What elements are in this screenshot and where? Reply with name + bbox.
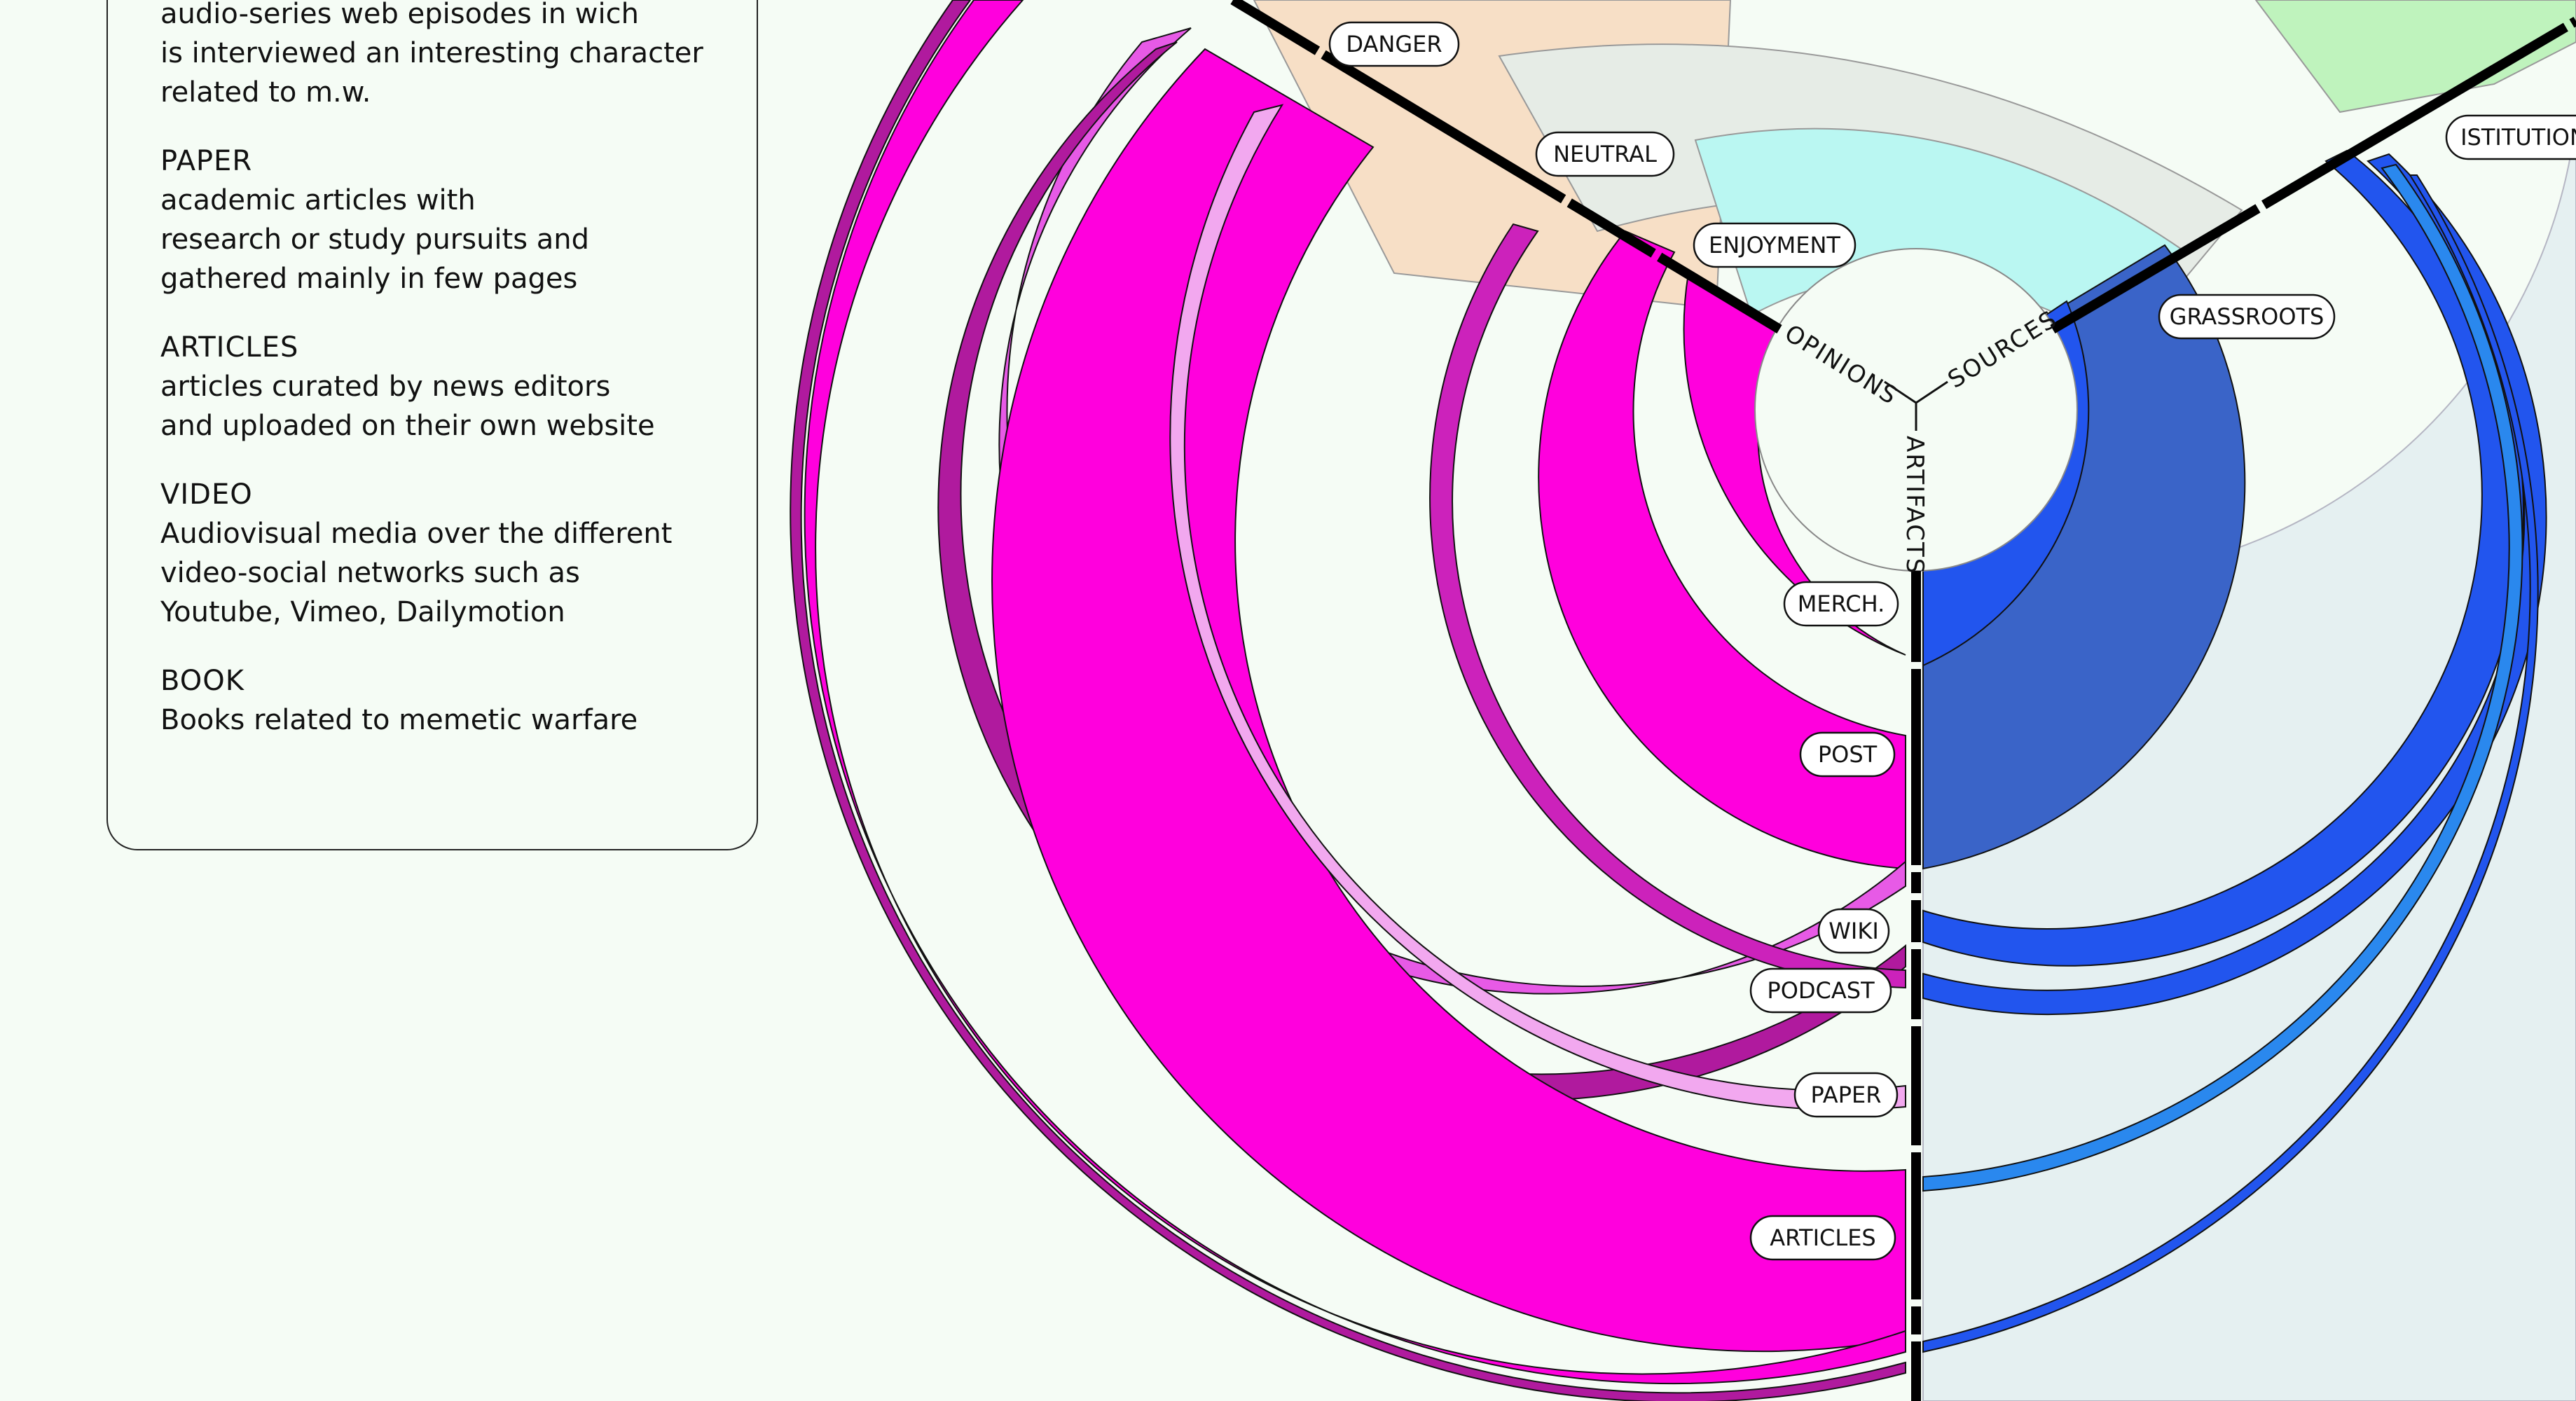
svg-text:DANGER: DANGER bbox=[1346, 31, 1442, 57]
svg-text:POST: POST bbox=[1818, 741, 1878, 768]
label-paper: PAPER bbox=[1793, 1072, 1899, 1118]
label-articles: ARTICLES bbox=[1749, 1215, 1896, 1261]
svg-text:PAPER: PAPER bbox=[1811, 1082, 1882, 1108]
svg-text:NEUTRAL: NEUTRAL bbox=[1553, 141, 1657, 167]
artifacts-axis-label: ARTIFACTS bbox=[1901, 436, 1929, 574]
label-wiki: WIKI bbox=[1817, 908, 1890, 954]
svg-text:ENJOYMENT: ENJOYMENT bbox=[1709, 232, 1840, 258]
label-post: POST bbox=[1799, 731, 1896, 778]
label-merch: MERCH. bbox=[1783, 581, 1899, 627]
label-podcast: PODCAST bbox=[1749, 967, 1892, 1014]
svg-text:PODCAST: PODCAST bbox=[1767, 977, 1875, 1004]
svg-text:ISTITUTION: ISTITUTION bbox=[2460, 124, 2576, 151]
svg-text:ARTICLES: ARTICLES bbox=[1770, 1224, 1875, 1251]
label-istitution: ISTITUTION bbox=[2445, 114, 2576, 160]
svg-text:GRASSROOTS: GRASSROOTS bbox=[2170, 303, 2324, 330]
label-danger: DANGER bbox=[1328, 21, 1460, 67]
svg-text:MERCH.: MERCH. bbox=[1798, 591, 1885, 617]
label-neutral: NEUTRAL bbox=[1535, 131, 1675, 177]
hive-plot-diagram: OPINIONS SOURCES ARTIFACTS DANGER NEUTRA… bbox=[790, 0, 2576, 1401]
label-enjoyment: ENJOYMENT bbox=[1693, 222, 1857, 268]
svg-text:WIKI: WIKI bbox=[1828, 918, 1879, 944]
label-grassroots: GRASSROOTS bbox=[2158, 294, 2336, 340]
green-sector bbox=[2254, 0, 2576, 113]
